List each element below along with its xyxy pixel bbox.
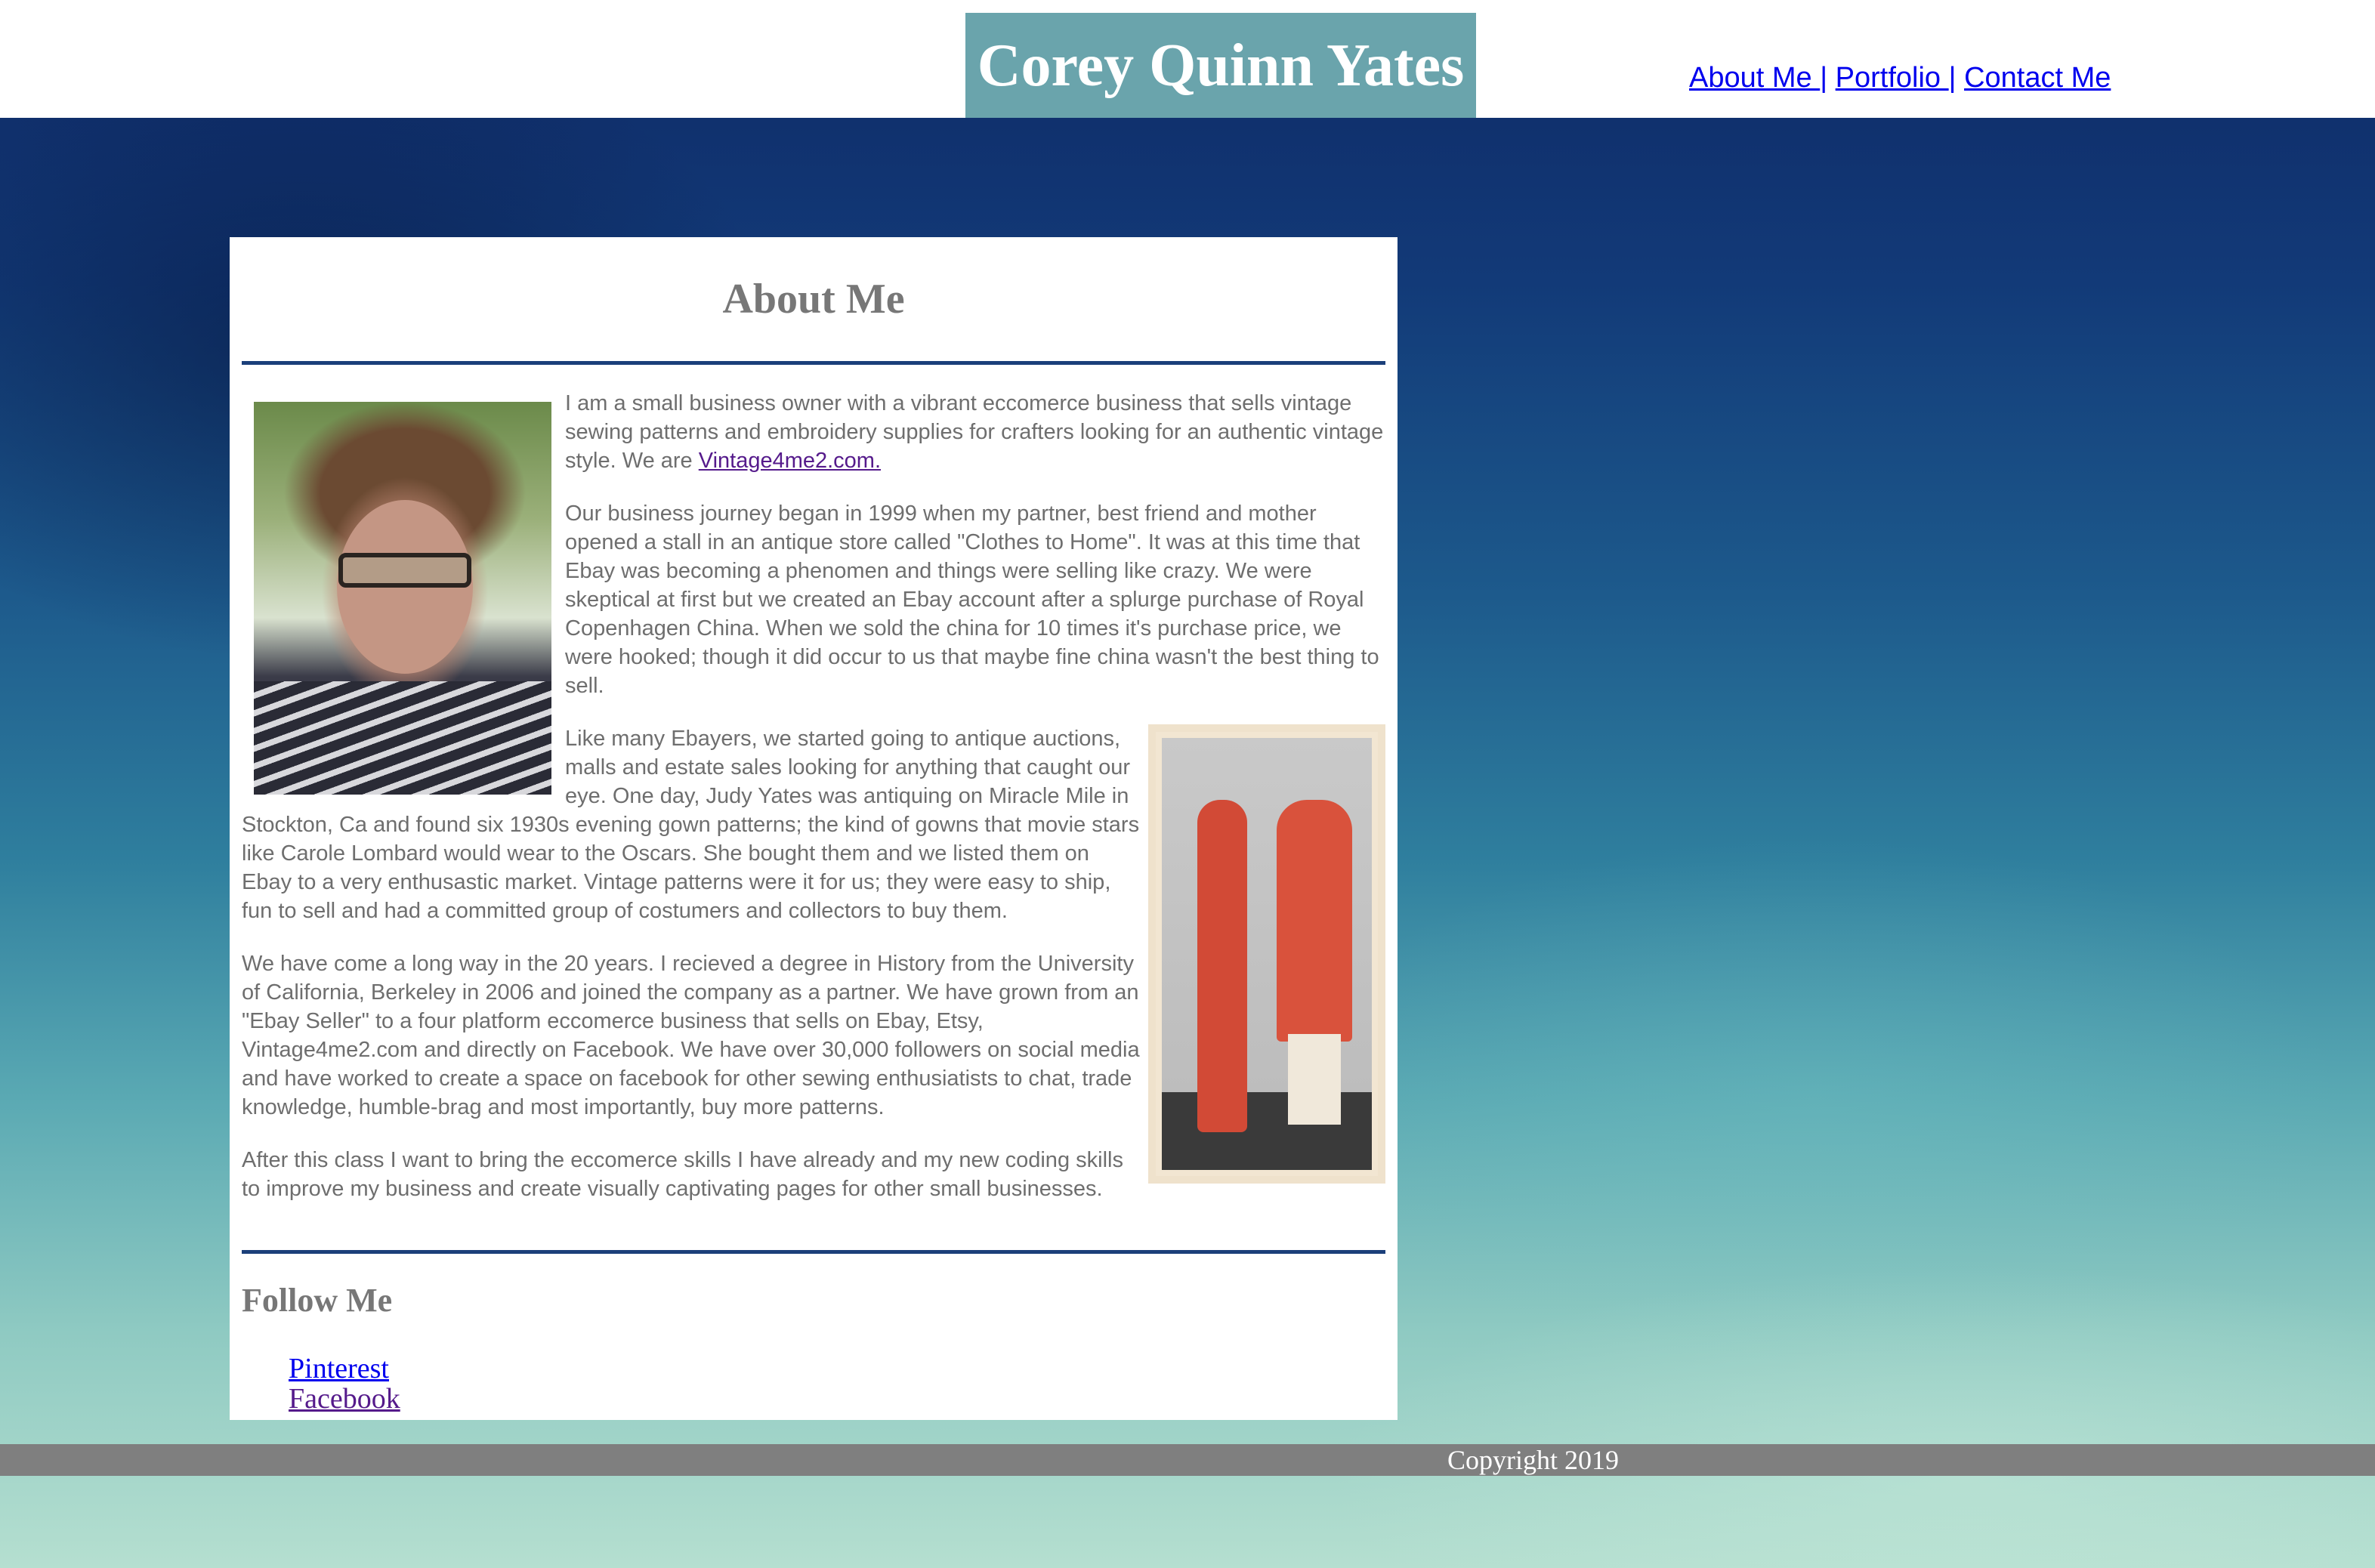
paragraph-text: I am a small business owner with a vibra…: [565, 391, 1384, 473]
main-nav: About Me | Portfolio | Contact Me: [1689, 62, 2111, 94]
vintage-fashion-illustration: [1148, 724, 1385, 1184]
social-item: Facebook: [289, 1384, 1385, 1414]
social-links: Pinterest Facebook: [242, 1329, 1385, 1414]
pinterest-link[interactable]: Pinterest: [289, 1353, 389, 1384]
portrait-shirt: [254, 681, 551, 795]
nav-link-contact[interactable]: Contact Me: [1964, 62, 2111, 94]
follow-section: Follow Me Pinterest Facebook: [242, 1254, 1385, 1415]
illustration-figure-left: [1197, 800, 1247, 1132]
portrait-glasses: [338, 553, 471, 588]
about-card: About Me I am a small business owner wit…: [230, 237, 1398, 1420]
social-item: Pinterest: [289, 1353, 1385, 1384]
nav-link-about[interactable]: About Me: [1689, 62, 1820, 94]
vintage4me2-link[interactable]: Vintage4me2.com.: [699, 449, 881, 473]
follow-heading: Follow Me: [242, 1282, 393, 1319]
illustration-skirt: [1288, 1034, 1341, 1125]
footer-bar: [0, 1444, 2375, 1476]
about-content: I am a small business owner with a vibra…: [242, 365, 1385, 1227]
facebook-link[interactable]: Facebook: [289, 1383, 400, 1415]
copyright-text: Copyright 2019: [1447, 1445, 1620, 1475]
site-header: Corey Quinn Yates About Me | Portfolio |…: [0, 0, 2375, 118]
nav-link-portfolio[interactable]: Portfolio: [1836, 62, 1949, 94]
portrait-photo: [254, 402, 551, 795]
illustration-figure-right: [1277, 800, 1352, 1042]
nav-separator: |: [1820, 62, 1828, 94]
page-title: About Me: [722, 276, 905, 323]
nav-separator: |: [1948, 62, 1957, 94]
site-title: Corey Quinn Yates: [965, 13, 1476, 118]
